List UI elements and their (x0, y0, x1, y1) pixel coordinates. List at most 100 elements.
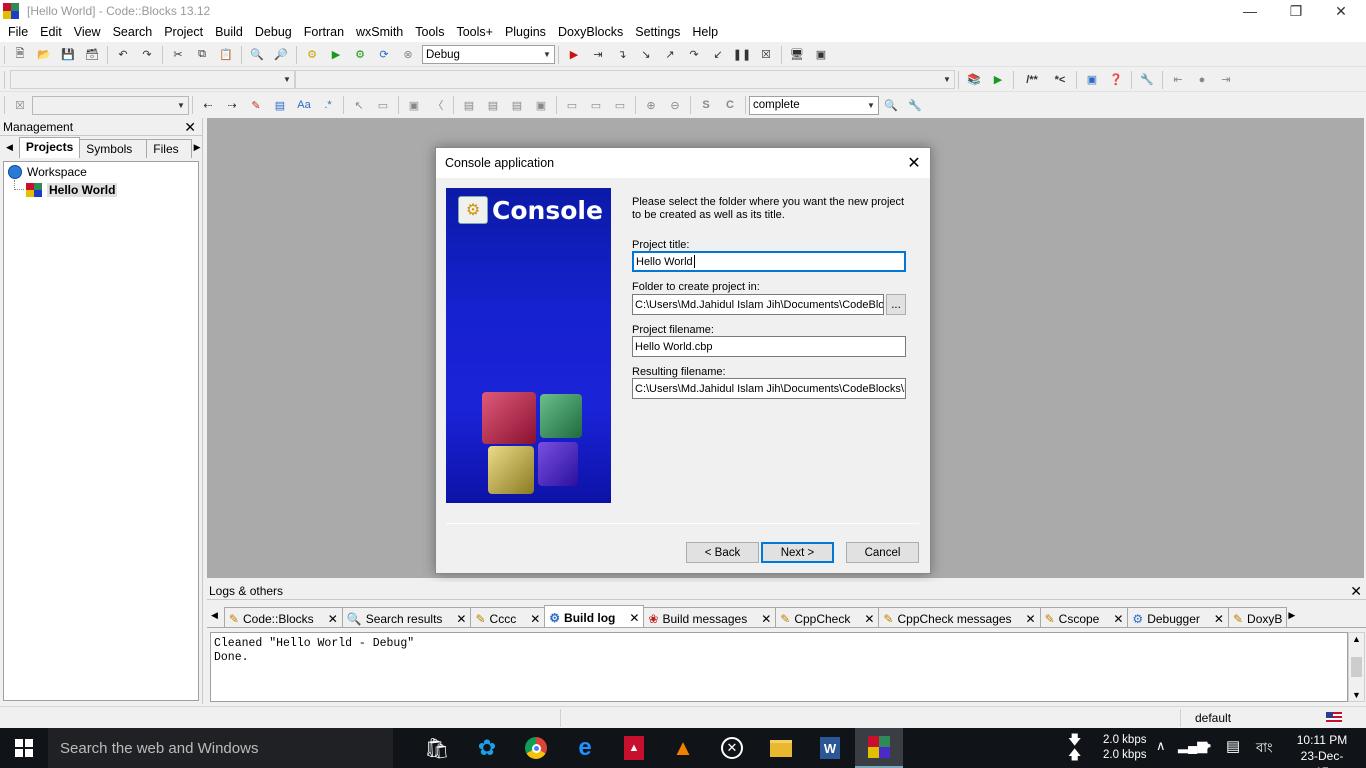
folder-input[interactable]: C:\Users\Md.Jahidul Islam Jih\Documents\… (632, 294, 884, 315)
save-icon[interactable]: 💾 (58, 46, 78, 64)
menu-doxyblocks[interactable]: DoxyBlocks (552, 25, 629, 39)
rectangle-icon[interactable]: ▭ (373, 96, 393, 114)
undo-icon[interactable]: ↶ (113, 46, 133, 64)
doxywizard-icon[interactable]: 📚 (964, 71, 984, 89)
step-instruction-icon[interactable]: ↙ (708, 46, 728, 64)
html-docs-icon[interactable]: ▣ (1082, 71, 1102, 89)
open-folder-icon[interactable]: 📂 (34, 46, 54, 64)
copy-icon[interactable]: ⧉ (192, 46, 212, 64)
match-case-icon[interactable]: Aa (294, 96, 314, 114)
step-into-icon[interactable]: ↘ (636, 46, 656, 64)
close-icon[interactable]: ✕ (761, 612, 771, 626)
text-icon[interactable]: 〈 (428, 96, 448, 114)
browse-folder-button[interactable]: ... (886, 294, 906, 315)
close-icon[interactable]: ✕ (1113, 612, 1123, 626)
close-icon[interactable]: ✕ (629, 611, 639, 625)
next-line-icon[interactable]: ↴ (612, 46, 632, 64)
run-icon[interactable]: ▶ (326, 46, 346, 64)
scroll-down-icon[interactable]: ▼ (1352, 690, 1361, 700)
tab-scroll-right-icon[interactable]: ▶ (1288, 610, 1295, 621)
tab-files[interactable]: Files (146, 139, 192, 158)
shape-2-icon[interactable]: ▭ (586, 96, 606, 114)
menu-fortran[interactable]: Fortran (298, 25, 350, 39)
tab-search-results[interactable]: 🔍 Search results ✕ (341, 607, 472, 627)
back-button[interactable]: < Back (686, 542, 759, 563)
function-select[interactable]: ▼ (295, 70, 955, 89)
align-fill-icon[interactable]: ▣ (531, 96, 551, 114)
build-gear-icon[interactable]: ⚙ (302, 46, 322, 64)
menu-tools[interactable]: Tools (409, 25, 450, 39)
menu-wxsmith[interactable]: wxSmith (350, 25, 409, 39)
tab-debugger[interactable]: ⚙ Debugger ✕ (1127, 607, 1229, 627)
language-indicator[interactable]: বাং (1256, 739, 1273, 760)
image-icon[interactable]: ▣ (404, 96, 424, 114)
tab-doxyblocks[interactable]: ✎ DoxyB (1227, 607, 1288, 627)
incremental-search-input[interactable]: ▼ (32, 95, 189, 115)
clear-search-icon[interactable]: ☒ (10, 96, 30, 114)
dialog-close-button[interactable]: ✕ (898, 148, 930, 178)
new-file-icon[interactable]: 🗎 (10, 46, 30, 64)
tab-cppcheck[interactable]: ✎ CppCheck ✕ (775, 607, 880, 627)
pdf-reader-icon[interactable]: ▲ (610, 728, 658, 768)
menu-edit[interactable]: Edit (34, 25, 68, 39)
rebuild-icon[interactable]: ⟳ (374, 46, 394, 64)
tab-build-log[interactable]: ⚙ Build log ✕ (544, 605, 645, 627)
tab-scroll-left-icon[interactable]: ◀ (6, 142, 13, 153)
menu-help[interactable]: Help (686, 25, 724, 39)
close-button[interactable]: ✕ (1318, 0, 1364, 22)
taskbar-search-box[interactable]: Search the web and Windows (48, 728, 393, 768)
menu-file[interactable]: File (2, 25, 34, 39)
cancel-button[interactable]: Cancel (846, 542, 919, 563)
tab-cppcheck-messages[interactable]: ✎ CppCheck messages ✕ (878, 607, 1041, 627)
block-comment-button[interactable]: /** (1019, 71, 1045, 89)
close-icon[interactable]: ✕ (1214, 612, 1224, 626)
scope-select[interactable]: ▼ (10, 70, 295, 89)
align-middle-icon[interactable]: ▤ (483, 96, 503, 114)
menu-debug[interactable]: Debug (249, 25, 298, 39)
minimize-button[interactable]: — (1227, 0, 1273, 22)
extract-docs-icon[interactable]: ▶ (988, 71, 1008, 89)
debug-windows-icon[interactable]: 🖥 (787, 46, 807, 64)
tab-build-messages[interactable]: ❀ Build messages ✕ (643, 607, 777, 627)
build-run-icon[interactable]: ⚙ (350, 46, 370, 64)
chm-help-icon[interactable]: ❓ (1106, 71, 1126, 89)
shape-3-icon[interactable]: ▭ (610, 96, 630, 114)
pause-icon[interactable]: ❚❚ (732, 46, 752, 64)
search-go-icon[interactable]: 🔍 (881, 96, 901, 114)
build-target-select[interactable]: Debug ▼ (422, 45, 555, 64)
jump-back-icon[interactable]: ⇤ (1168, 71, 1188, 89)
zoom-in-icon[interactable]: ⊕ (641, 96, 661, 114)
xbox-icon[interactable]: ✕ (708, 728, 756, 768)
run-to-cursor-icon[interactable]: ⇥ (588, 46, 608, 64)
abort-icon[interactable]: ⊗ (398, 46, 418, 64)
tab-symbols[interactable]: Symbols (79, 139, 148, 158)
replace-icon[interactable]: 🔎 (271, 46, 291, 64)
action-center-icon[interactable]: ▤ (1226, 737, 1240, 755)
stop-debug-icon[interactable]: ☒ (756, 46, 776, 64)
tab-cscope[interactable]: ✎ Cscope ✕ (1039, 607, 1129, 627)
next-instruction-icon[interactable]: ↷ (684, 46, 704, 64)
find-next-icon[interactable]: ⇢ (222, 96, 242, 114)
tab-projects[interactable]: Projects (18, 137, 81, 158)
resulting-filename-input[interactable]: C:\Users\Md.Jahidul Islam Jih\Documents\… (632, 378, 906, 399)
find-previous-icon[interactable]: ⇠ (198, 96, 218, 114)
menu-settings[interactable]: Settings (629, 25, 686, 39)
step-out-icon[interactable]: ↗ (660, 46, 680, 64)
menu-plugins[interactable]: Plugins (499, 25, 552, 39)
jump-forward-icon[interactable]: ⇥ (1216, 71, 1236, 89)
paste-icon[interactable]: 📋 (216, 46, 236, 64)
next-button[interactable]: Next > (761, 542, 834, 563)
menu-project[interactable]: Project (158, 25, 209, 39)
windows-start-icon[interactable] (0, 728, 48, 768)
align-top-icon[interactable]: ▤ (459, 96, 479, 114)
cut-icon[interactable]: ✂ (168, 46, 188, 64)
chrome-icon[interactable] (512, 728, 560, 768)
store-icon[interactable]: 🛍 (413, 728, 461, 768)
file-explorer-icon[interactable] (757, 728, 805, 768)
menu-build[interactable]: Build (209, 25, 249, 39)
close-icon[interactable]: ✕ (456, 612, 466, 626)
log-scrollbar[interactable]: ▲ ▼ (1348, 632, 1365, 702)
chevron-up-icon[interactable]: ∧ (1156, 738, 1166, 754)
telenor-icon[interactable]: ✿ (463, 728, 511, 768)
selected-text-icon[interactable]: ▤ (270, 96, 290, 114)
